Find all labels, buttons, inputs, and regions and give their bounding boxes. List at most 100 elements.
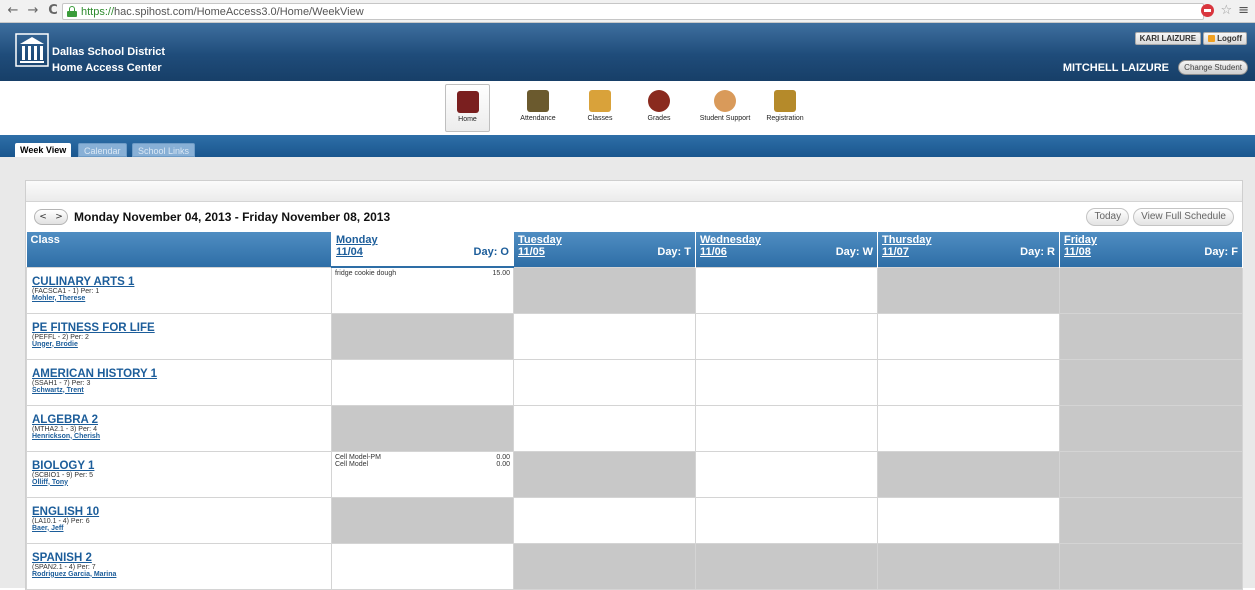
day-name[interactable]: Wednesday <box>700 234 873 246</box>
table-row: ENGLISH 10 (LA10.1 - 4) Per: 6 Baer, Jef… <box>26 496 1243 544</box>
class-cell: ALGEBRA 2 (MTHA2.1 - 3) Per: 4 Henrickso… <box>26 404 332 452</box>
class-name-link[interactable]: AMERICAN HISTORY 1 <box>32 368 326 380</box>
day-date[interactable]: 11/05 <box>518 246 545 258</box>
thursday-cell <box>877 450 1060 498</box>
teacher-link[interactable]: Olliff, Tony <box>32 479 326 486</box>
module-label: Registration <box>766 115 804 122</box>
grades-icon <box>648 90 670 112</box>
wednesday-cell <box>695 404 878 452</box>
monday-cell: Cell Model-PM 0.00 Cell Model 0.00 <box>331 450 514 498</box>
table-row: ALGEBRA 2 (MTHA2.1 - 3) Per: 4 Henrickso… <box>26 404 1243 452</box>
module-label: Classes <box>587 115 613 122</box>
teacher-link[interactable]: Rodriguez Garcia, Marina <box>32 571 326 578</box>
logoff-button[interactable]: Logoff <box>1203 32 1247 45</box>
assignment-title: fridge cookie dough <box>335 270 397 277</box>
tuesday-cell <box>513 496 696 544</box>
student-name: MITCHELL LAIZURE <box>1062 62 1169 74</box>
monday-cell <box>331 358 514 406</box>
module-student-support[interactable]: Student Support <box>690 84 760 122</box>
class-name-link[interactable]: CULINARY ARTS 1 <box>32 276 326 288</box>
monday-cell <box>331 312 514 360</box>
home-icon <box>456 91 479 113</box>
tab-bar: Week View Calendar School Links <box>0 135 1255 157</box>
tab-school-links[interactable]: School Links <box>132 143 196 157</box>
assignment-title: Cell Model <box>335 460 369 468</box>
table-row: AMERICAN HISTORY 1 (SSAH1 - 7) Per: 3 Sc… <box>26 358 1243 406</box>
panel-top-bar <box>26 181 1242 202</box>
module-home[interactable]: Home <box>445 84 490 132</box>
day-name[interactable]: Friday <box>1064 234 1238 246</box>
class-code: (MTHA2.1 - 3) Per: 4 <box>32 425 97 433</box>
assignment-score: 0.00 <box>496 453 510 461</box>
teacher-link[interactable]: Henrickson, Cherish <box>32 433 326 440</box>
reload-icon[interactable]: C <box>46 4 60 18</box>
day-name[interactable]: Tuesday <box>518 234 691 246</box>
view-full-schedule-button[interactable]: View Full Schedule <box>1133 208 1234 226</box>
module-attendance[interactable]: Attendance <box>514 84 562 122</box>
class-name-link[interactable]: ALGEBRA 2 <box>32 414 326 426</box>
back-arrow-icon[interactable]: ← <box>6 4 20 18</box>
day-date[interactable]: 11/08 <box>1064 246 1091 258</box>
week-view-panel: < > Monday November 04, 2013 - Friday No… <box>25 180 1243 590</box>
school-building-logo-icon <box>15 33 49 67</box>
wednesday-cell <box>695 358 878 406</box>
class-name-link[interactable]: ENGLISH 10 <box>32 506 326 518</box>
module-label: Home <box>458 116 477 123</box>
app-header: Dallas School District Home Access Cente… <box>0 23 1255 81</box>
friday-cell <box>1059 542 1243 590</box>
day-header-monday[interactable]: Monday 11/04 Day: O <box>331 232 514 268</box>
forward-arrow-icon[interactable]: → <box>26 4 40 18</box>
wednesday-cell <box>695 266 878 314</box>
friday-cell <box>1059 404 1243 452</box>
day-header-friday[interactable]: Friday 11/08 Day: F <box>1059 232 1243 267</box>
module-label: Student Support <box>699 115 751 122</box>
class-cell: PE FITNESS FOR LIFE (PEFFL - 2) Per: 2 U… <box>26 312 332 360</box>
class-code: (FACSCA1 - 1) Per: 1 <box>32 287 100 295</box>
tab-calendar[interactable]: Calendar <box>78 143 127 157</box>
day-code: Day: F <box>1204 246 1238 258</box>
browser-toolbar: ← → C https:// hac.spihost.com/HomeAcces… <box>0 0 1255 23</box>
friday-cell <box>1059 450 1243 498</box>
assignment-item: fridge cookie dough 15.00 <box>332 268 513 277</box>
assignment-item: Cell Model 0.00 <box>332 461 513 468</box>
wednesday-cell <box>695 542 878 590</box>
tuesday-cell <box>513 266 696 314</box>
module-classes[interactable]: Classes <box>580 84 620 122</box>
change-student-button[interactable]: Change Student <box>1178 60 1248 75</box>
class-code: (SPAN2.1 - 4) Per: 7 <box>32 563 96 571</box>
assignment-score: 0.00 <box>496 460 510 468</box>
address-bar[interactable]: https:// hac.spihost.com/HomeAccess3.0/H… <box>62 3 1204 20</box>
class-code: (LA10.1 - 4) Per: 6 <box>32 517 90 525</box>
class-name-link[interactable]: SPANISH 2 <box>32 552 326 564</box>
week-schedule-table: Class Monday 11/04 Day: O Tuesday 11/05 Da… <box>26 232 1243 590</box>
adblock-icon[interactable] <box>1201 4 1215 17</box>
today-button[interactable]: Today <box>1086 208 1130 226</box>
day-date[interactable]: 11/07 <box>882 246 909 258</box>
day-header-wednesday[interactable]: Wednesday 11/06 Day: W <box>695 232 878 267</box>
class-name-link[interactable]: PE FITNESS FOR LIFE <box>32 322 326 334</box>
monday-cell: fridge cookie dough 15.00 <box>331 266 514 314</box>
bookmark-star-icon[interactable]: ☆ <box>1220 3 1232 18</box>
week-date-range: Monday November 04, 2013 - Friday Novemb… <box>74 210 391 224</box>
previous-week-icon[interactable]: < <box>35 210 51 224</box>
day-header-thursday[interactable]: Thursday 11/07 Day: R <box>877 232 1060 267</box>
teacher-link[interactable]: Baer, Jeff <box>32 525 326 532</box>
day-name[interactable]: Monday <box>336 234 509 246</box>
teacher-link[interactable]: Mohler, Therese <box>32 295 326 302</box>
module-registration[interactable]: Registration <box>760 84 810 122</box>
tuesday-cell <box>513 542 696 590</box>
day-date[interactable]: 11/04 <box>336 246 363 258</box>
thursday-cell <box>877 404 1060 452</box>
wednesday-cell <box>695 450 878 498</box>
menu-icon[interactable]: ≡ <box>1238 3 1249 18</box>
module-nav: Home Attendance Classes Grades Student S… <box>0 81 1255 135</box>
teacher-link[interactable]: Schwartz, Trent <box>32 387 326 394</box>
day-name[interactable]: Thursday <box>882 234 1055 246</box>
day-header-tuesday[interactable]: Tuesday 11/05 Day: T <box>513 232 696 267</box>
next-week-icon[interactable]: > <box>51 210 67 224</box>
class-name-link[interactable]: BIOLOGY 1 <box>32 460 326 472</box>
day-date[interactable]: 11/06 <box>700 246 727 258</box>
tab-week-view[interactable]: Week View <box>15 143 72 157</box>
teacher-link[interactable]: Unger, Brodie <box>32 341 326 348</box>
module-grades[interactable]: Grades <box>639 84 679 122</box>
